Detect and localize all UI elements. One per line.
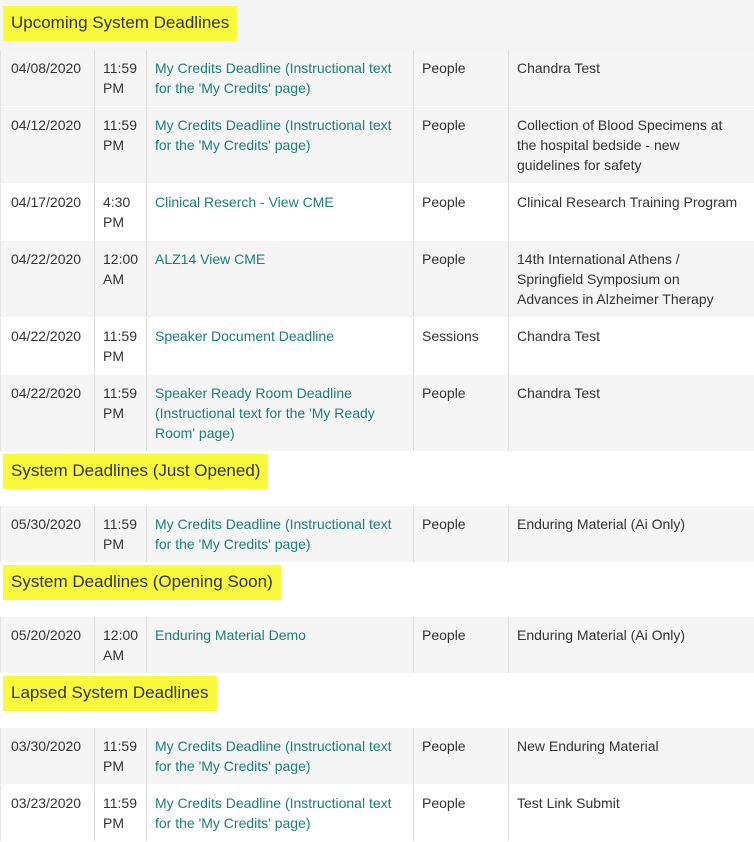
type-cell: People [413, 184, 508, 240]
deadline-link[interactable]: My Credits Deadline (Instructional text … [155, 516, 392, 552]
name-cell: 14th International Athens / Springfield … [508, 241, 752, 317]
description-cell: Speaker Ready Room Deadline (Instruction… [146, 375, 413, 451]
description-cell: My Credits Deadline (Instructional text … [146, 728, 413, 784]
date-cell: 04/17/2020 [0, 184, 94, 240]
deadline-link[interactable]: My Credits Deadline (Instructional text … [155, 738, 392, 774]
date-cell: 04/22/2020 [0, 241, 94, 317]
type-cell: People [413, 728, 508, 784]
name-cell: Clinical Research Training Program [508, 184, 752, 240]
description-cell: Enduring Material Demo [146, 617, 413, 673]
type-cell: People [413, 375, 508, 451]
name-cell: Chandra Test [508, 318, 752, 374]
deadline-link[interactable]: Speaker Document Deadline [155, 328, 334, 344]
type-cell: People [413, 107, 508, 183]
type-cell: People [413, 617, 508, 673]
time-cell: 12:00 AM [94, 241, 146, 317]
time-cell: 4:30 PM [94, 184, 146, 240]
date-cell: 03/23/2020 [0, 785, 94, 841]
table-row: 04/08/2020 11:59 PM My Credits Deadline … [0, 50, 754, 107]
date-cell: 04/22/2020 [0, 318, 94, 374]
table-row: 04/22/2020 11:59 PM Speaker Ready Room D… [0, 375, 754, 452]
table-row: 03/23/2020 11:59 PM My Credits Deadline … [0, 785, 754, 842]
time-cell: 11:59 PM [94, 375, 146, 451]
time-cell: 11:59 PM [94, 785, 146, 841]
description-cell: ALZ14 View CME [146, 241, 413, 317]
date-cell: 04/08/2020 [0, 50, 94, 106]
name-cell: Enduring Material (Ai Only) [508, 506, 752, 562]
name-cell: Collection of Blood Specimens at the hos… [508, 107, 752, 183]
table-row: 03/30/2020 11:59 PM My Credits Deadline … [0, 728, 754, 785]
time-cell: 12:00 AM [94, 617, 146, 673]
deadlines-list: Upcoming System Deadlines 04/08/2020 11:… [0, 0, 754, 842]
table-row: 04/22/2020 11:59 PM Speaker Document Dea… [0, 318, 754, 375]
table-row: 04/22/2020 12:00 AM ALZ14 View CME Peopl… [0, 241, 754, 318]
type-cell: People [413, 50, 508, 106]
table-row: 04/17/2020 4:30 PM Clinical Reserch - Vi… [0, 184, 754, 241]
section-title: System Deadlines (Just Opened) [3, 454, 269, 489]
description-cell: My Credits Deadline (Instructional text … [146, 50, 413, 106]
time-cell: 11:59 PM [94, 107, 146, 183]
type-cell: People [413, 785, 508, 841]
type-cell: People [413, 506, 508, 562]
deadline-link[interactable]: My Credits Deadline (Instructional text … [155, 60, 392, 96]
table-row: 05/20/2020 12:00 AM Enduring Material De… [0, 617, 754, 674]
section-header-opening-soon: System Deadlines (Opening Soon) [0, 563, 754, 617]
name-cell: Chandra Test [508, 50, 752, 106]
table-row: 05/30/2020 11:59 PM My Credits Deadline … [0, 506, 754, 563]
time-cell: 11:59 PM [94, 506, 146, 562]
deadline-link[interactable]: Enduring Material Demo [155, 627, 306, 643]
section-title: Lapsed System Deadlines [3, 676, 217, 711]
date-cell: 04/22/2020 [0, 375, 94, 451]
section-header-just-opened: System Deadlines (Just Opened) [0, 452, 754, 506]
name-cell: Enduring Material (Ai Only) [508, 617, 752, 673]
date-cell: 04/12/2020 [0, 107, 94, 183]
deadline-link[interactable]: Clinical Reserch - View CME [155, 194, 334, 210]
section-header-lapsed: Lapsed System Deadlines [0, 674, 754, 728]
name-cell: Test Link Submit [508, 785, 752, 841]
section-title: System Deadlines (Opening Soon) [3, 565, 281, 600]
date-cell: 05/30/2020 [0, 506, 94, 562]
name-cell: Chandra Test [508, 375, 752, 451]
section-header-upcoming: Upcoming System Deadlines [0, 0, 754, 50]
description-cell: My Credits Deadline (Instructional text … [146, 506, 413, 562]
deadline-link[interactable]: My Credits Deadline (Instructional text … [155, 117, 392, 153]
date-cell: 03/30/2020 [0, 728, 94, 784]
date-cell: 05/20/2020 [0, 617, 94, 673]
time-cell: 11:59 PM [94, 50, 146, 106]
type-cell: Sessions [413, 318, 508, 374]
description-cell: My Credits Deadline (Instructional text … [146, 107, 413, 183]
section-title: Upcoming System Deadlines [3, 6, 238, 41]
type-cell: People [413, 241, 508, 317]
deadline-link[interactable]: My Credits Deadline (Instructional text … [155, 795, 392, 831]
description-cell: My Credits Deadline (Instructional text … [146, 785, 413, 841]
name-cell: New Enduring Material [508, 728, 752, 784]
deadline-link[interactable]: ALZ14 View CME [155, 251, 265, 267]
time-cell: 11:59 PM [94, 728, 146, 784]
description-cell: Clinical Reserch - View CME [146, 184, 413, 240]
deadline-link[interactable]: Speaker Ready Room Deadline (Instruction… [155, 385, 375, 441]
description-cell: Speaker Document Deadline [146, 318, 413, 374]
table-row: 04/12/2020 11:59 PM My Credits Deadline … [0, 107, 754, 184]
time-cell: 11:59 PM [94, 318, 146, 374]
